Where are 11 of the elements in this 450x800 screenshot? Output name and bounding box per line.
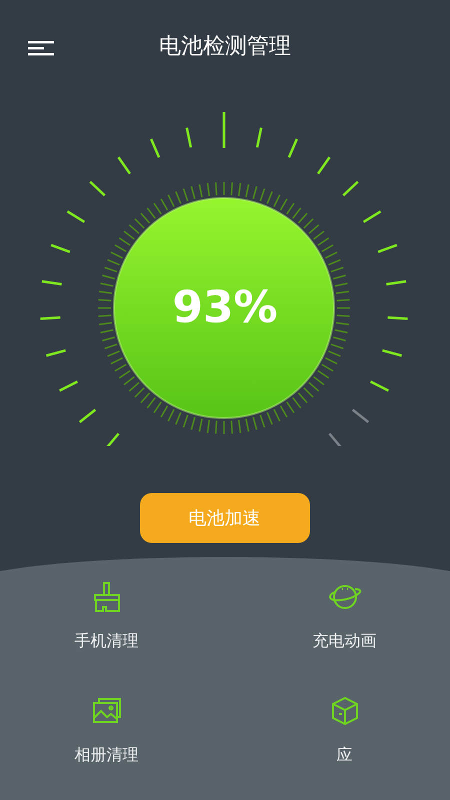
box-icon [330,697,358,725]
photos-icon [92,698,120,724]
brush-icon [92,582,120,612]
page-title: 电池检测管理 [158,33,292,61]
menu-icon[interactable] [28,40,54,56]
tool-label[interactable]: 手机清理 [74,631,138,652]
tool-label[interactable]: 充电动画 [312,631,376,652]
battery-percentage: 93% [172,284,278,332]
tool-label[interactable]: 应 [336,745,352,766]
planet-icon [328,583,362,611]
tool-label[interactable]: 相册清理 [74,745,138,766]
